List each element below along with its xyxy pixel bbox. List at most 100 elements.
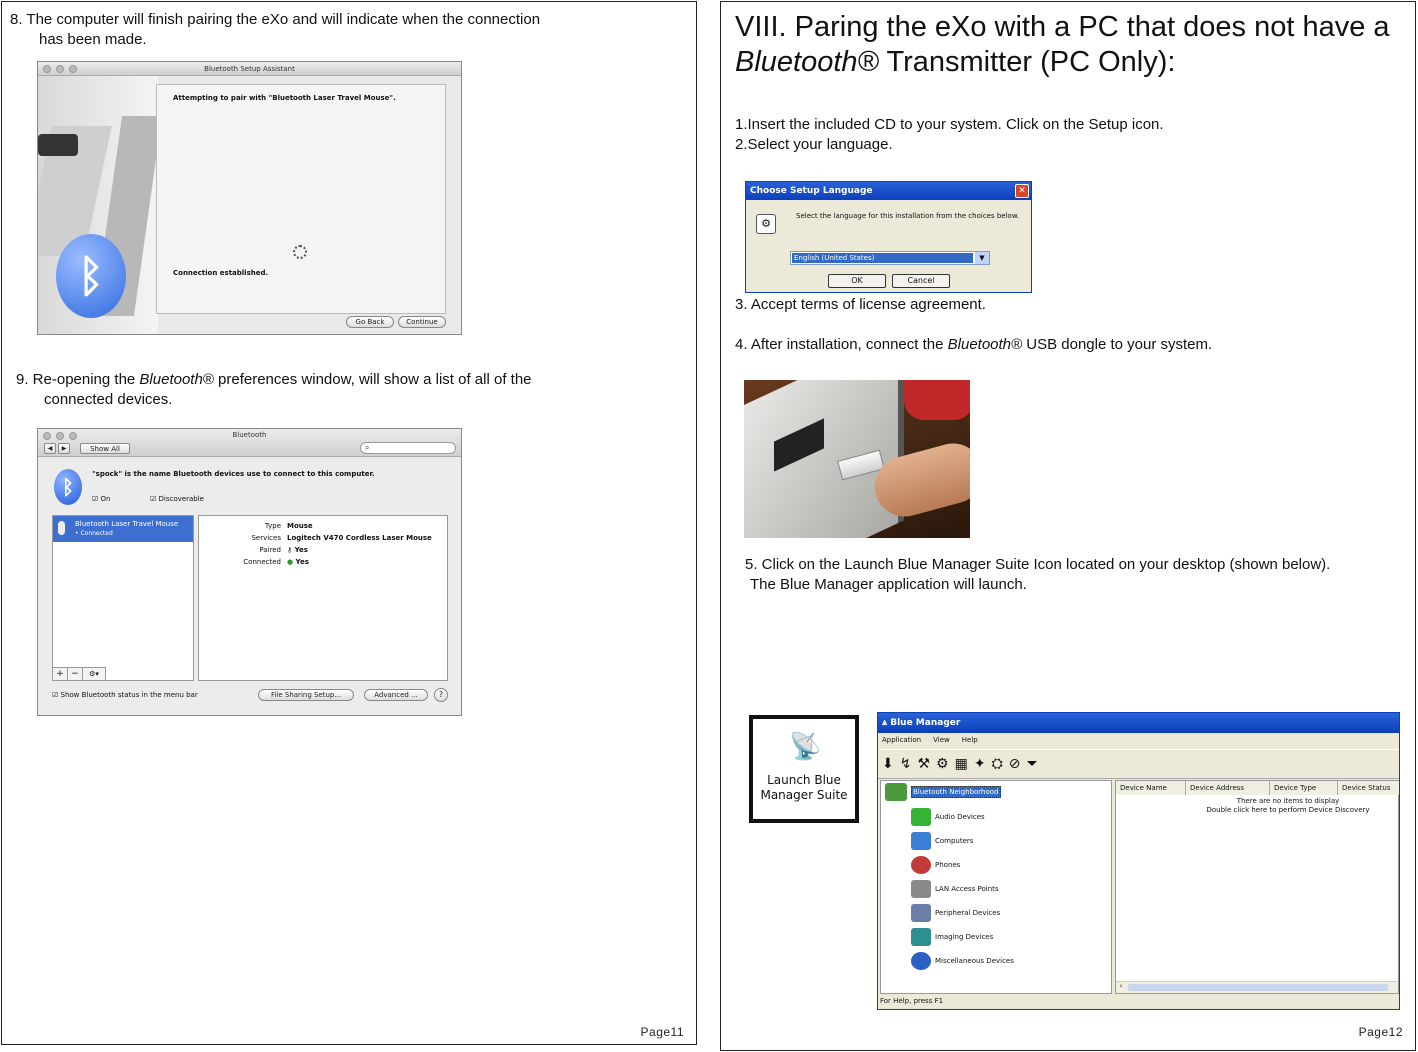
setup-icon: ⚙	[756, 214, 776, 234]
close-icon[interactable]: ✕	[1015, 184, 1029, 198]
view-icon[interactable]: ▦	[955, 756, 968, 772]
column-device-name[interactable]: Device Name	[1116, 781, 1186, 795]
computers-icon	[911, 832, 931, 850]
tree-item-peripheral-devices[interactable]: Peripheral Devices	[911, 903, 1000, 923]
app-icon: ⩓	[882, 718, 891, 728]
status-bar: For Help, press F1	[880, 997, 944, 1005]
device-list-view[interactable]: Device Name Device Address Device Type D…	[1115, 780, 1399, 994]
ok-button[interactable]: OK	[828, 274, 886, 288]
empty-list-message: There are no items to display Double cli…	[1206, 797, 1370, 814]
bluetooth-icon: ᛒ	[54, 469, 82, 505]
computer-name-line: "spock" is the name Bluetooth devices us…	[92, 470, 375, 478]
audio-devices-icon	[911, 808, 931, 826]
tree-item-lan-access-points[interactable]: LAN Access Points	[911, 879, 999, 899]
device-list[interactable]: Bluetooth Laser Travel Mouse • Connected	[52, 515, 194, 681]
dialog-titlebar: Choose Setup Language ✕	[746, 182, 1031, 200]
step-1-text: 1.Insert the included CD to your system.…	[735, 116, 1164, 133]
advanced-button[interactable]: Advanced ...	[364, 689, 428, 701]
antenna-tower-icon: 📡	[789, 731, 822, 761]
menu-help[interactable]: Help	[962, 736, 978, 744]
pairing-window-titlebar: Bluetooth Setup Assistant	[38, 62, 461, 76]
chevron-down-icon[interactable]: ▼	[975, 252, 989, 264]
disconnect-icon[interactable]: ⊘	[1009, 756, 1021, 772]
column-device-status[interactable]: Device Status	[1338, 781, 1399, 795]
tree-item-computers[interactable]: Computers	[911, 831, 973, 851]
file-sharing-setup-button[interactable]: File Sharing Setup...	[258, 689, 354, 701]
prefs-titlebar: Bluetooth ◀ ▶ Show All ⌕	[38, 429, 461, 457]
section-heading: VIII. Paring the eXo with a PC that does…	[735, 11, 1390, 78]
page-number: Page12	[1358, 1025, 1403, 1039]
detail-values: Mouse Logitech V470 Cordless Laser Mouse…	[287, 522, 432, 566]
step-8-text: 8. The computer will finish pairing the …	[10, 11, 541, 48]
menu-application[interactable]: Application	[882, 736, 921, 744]
step-4-text: 4. After installation, connect the Bluet…	[735, 336, 1213, 353]
service-icon[interactable]: ⚒	[917, 756, 930, 772]
imaging-devices-icon	[911, 928, 931, 946]
forward-arrow-icon[interactable]: ▶	[58, 443, 70, 454]
usb-dongle-photo	[744, 380, 970, 538]
connected-dot-icon: ●	[287, 558, 296, 566]
connection-status: Connection established.	[173, 269, 269, 277]
lan-access-points-icon	[911, 880, 931, 898]
remove-device-button[interactable]: −	[68, 668, 83, 680]
step-5-text: 5. Click on the Launch Blue Manager Suit…	[745, 556, 1331, 593]
cancel-button[interactable]: Cancel	[892, 274, 950, 288]
mouse-icon	[58, 521, 65, 535]
step-9-text: 9. Re-opening the Bluetooth® preferences…	[16, 371, 532, 408]
show-all-button[interactable]: Show All	[80, 443, 130, 454]
pair-icon[interactable]: ✦	[974, 756, 986, 772]
device-tree[interactable]: Bluetooth Neighborhood Audio Devices Com…	[880, 780, 1112, 994]
column-device-type[interactable]: Device Type	[1270, 781, 1338, 795]
discover-icon[interactable]: ⬇	[882, 756, 894, 772]
launch-blue-manager-desktop-icon[interactable]: 📡 Launch Blue Manager Suite	[749, 715, 859, 823]
horizontal-scrollbar[interactable]: ‹	[1116, 981, 1398, 993]
step-2-text: 2.Select your language.	[735, 136, 893, 153]
bluetooth-preferences-screenshot: Bluetooth ◀ ▶ Show All ⌕ ᛒ "spock" is th…	[37, 428, 462, 716]
step-3-text: 3. Accept terms of license agreement.	[735, 296, 986, 313]
key-icon: ⚷	[287, 546, 295, 554]
choose-language-dialog: Choose Setup Language ✕ ⚙ Select the lan…	[745, 181, 1032, 293]
window-controls	[43, 65, 77, 73]
go-back-button[interactable]: Go Back	[346, 316, 394, 328]
add-device-button[interactable]: +	[53, 668, 68, 680]
search-icon: ⌕	[365, 443, 370, 452]
column-device-address[interactable]: Device Address	[1186, 781, 1270, 795]
tree-item-imaging-devices[interactable]: Imaging Devices	[911, 927, 993, 947]
tree-item-miscellaneous-devices[interactable]: Miscellaneous Devices	[911, 951, 1014, 971]
scroll-left-icon[interactable]: ‹	[1116, 982, 1126, 993]
pairing-window-screenshot: Bluetooth Setup Assistant ᛒ Attempting t…	[37, 61, 462, 335]
help-icon[interactable]: ?	[434, 688, 448, 702]
search-input[interactable]: ⌕	[360, 442, 456, 454]
on-checkbox[interactable]: ☑ On	[92, 495, 110, 503]
bluetooth-icon: ᛒ	[56, 234, 126, 318]
menu-view[interactable]: View	[933, 736, 950, 744]
discoverable-checkbox[interactable]: ☑ Discoverable	[150, 495, 204, 503]
pairing-heading: Attempting to pair with "Bluetooth Laser…	[173, 94, 396, 102]
detail-keys: Type Services Paired Connected	[243, 522, 281, 566]
security-icon[interactable]: ⛭	[992, 756, 1003, 772]
window-controls	[43, 432, 77, 440]
device-list-item[interactable]: Bluetooth Laser Travel Mouse • Connected	[53, 516, 193, 542]
device-details-panel: Type Services Paired Connected Mouse Log…	[198, 515, 448, 681]
language-select[interactable]: English (United States) ▼	[790, 251, 990, 265]
page-number: Page11	[640, 1025, 684, 1039]
settings-icon[interactable]: ⚙	[936, 756, 949, 772]
language-instruction: Select the language for this installatio…	[796, 212, 1020, 220]
bowtie-icon	[38, 134, 78, 156]
tree-item-phones[interactable]: Phones	[911, 855, 960, 875]
continue-button[interactable]: Continue	[398, 316, 446, 328]
page-11: 8. The computer will finish pairing the …	[1, 1, 697, 1045]
tree-item-audio-devices[interactable]: Audio Devices	[911, 807, 985, 827]
show-status-checkbox[interactable]: ☑ Show Bluetooth status in the menu bar	[52, 691, 198, 699]
gear-icon[interactable]: ⚙▾	[83, 668, 105, 680]
connect-icon[interactable]: ↯	[900, 756, 912, 772]
page-12: VIII. Paring the eXo with a PC that does…	[720, 1, 1416, 1051]
filter-icon[interactable]: ⏷	[1027, 756, 1038, 772]
phones-icon	[911, 856, 931, 874]
blue-manager-titlebar: ⩓ Blue Manager	[878, 713, 1399, 733]
scroll-thumb[interactable]	[1128, 984, 1388, 991]
menu-bar: Application View Help	[882, 736, 978, 744]
loading-spinner-icon	[293, 245, 307, 259]
back-arrow-icon[interactable]: ◀	[44, 443, 56, 454]
tree-root[interactable]: Bluetooth Neighborhood	[885, 783, 1001, 801]
